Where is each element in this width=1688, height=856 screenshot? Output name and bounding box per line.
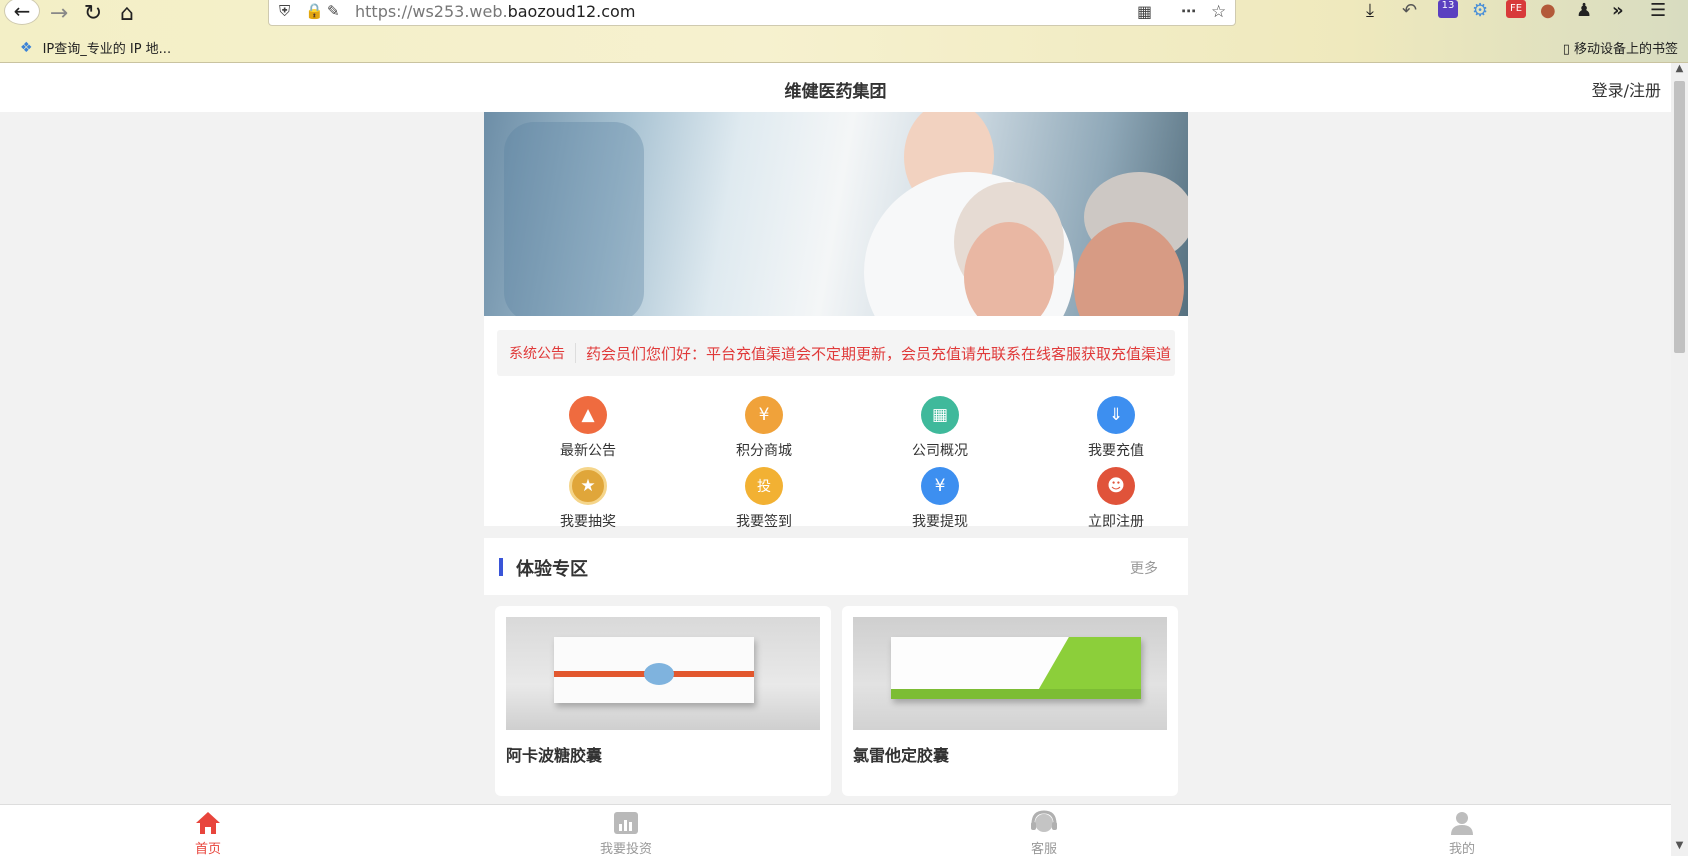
user-icon (1402, 809, 1522, 837)
mobile-bookmarks[interactable]: ▯ 移动设备上的书签 (1563, 38, 1678, 57)
extension-badge-icon[interactable]: 13 (1438, 0, 1458, 18)
hamburger-menu-icon[interactable]: ☰ (1650, 0, 1666, 21)
yen-ticket-icon: ¥ (745, 396, 783, 434)
menu-item-points-mall[interactable]: ¥ 积分商城 (704, 396, 824, 460)
section-accent-bar (499, 558, 503, 576)
section-title: 体验专区 (516, 559, 588, 580)
scroll-up-icon[interactable]: ▲ (1671, 63, 1688, 79)
medicine-box (554, 637, 754, 703)
building-icon: ▦ (921, 396, 959, 434)
lab-equipment (504, 122, 644, 316)
experience-section-header: 体验专区 更多 (484, 538, 1188, 595)
hero-banner[interactable] (484, 112, 1188, 316)
mobile-device-icon: ▯ (1562, 42, 1570, 57)
checkin-icon: 投 (745, 467, 783, 505)
cookie-extension-icon[interactable]: ● (1540, 0, 1556, 21)
notice-marquee[interactable]: 系统公告 药会员们您们好：平台充值渠道会不定期更新，会员充值请先联系在线客服获取… (497, 330, 1175, 376)
quick-menu: ▲ 最新公告 ¥ 积分商城 ▦ 公司概况 ⇓ 我要充值 ★ 我要抽奖 投 我要签… (484, 384, 1188, 530)
scroll-down-icon[interactable]: ▼ (1671, 840, 1688, 856)
lock-icon[interactable]: 🔒 (305, 2, 324, 20)
main-content: 系统公告 药会员们您们好：平台充值渠道会不定期更新，会员充值请先联系在线客服获取… (484, 112, 1188, 796)
permissions-icon[interactable]: ✎ (327, 2, 340, 20)
headset-icon (984, 809, 1104, 837)
withdraw-icon: ¥ (921, 467, 959, 505)
overflow-chevrons-icon[interactable]: » (1612, 0, 1624, 21)
more-actions-icon[interactable]: ⋯ (1181, 2, 1196, 20)
chart-icon (566, 809, 686, 837)
tab-invest[interactable]: 我要投资 (566, 809, 686, 856)
menu-item-check-in[interactable]: 投 我要签到 (704, 467, 824, 531)
deposit-icon: ⇓ (1097, 396, 1135, 434)
fe-extension-icon[interactable]: FE (1506, 0, 1526, 18)
menu-item-deposit[interactable]: ⇓ 我要充值 (1056, 396, 1176, 460)
menu-item-withdraw[interactable]: ¥ 我要提现 (880, 467, 1000, 531)
register-icon: ☻ (1097, 467, 1135, 505)
notice-tag: 系统公告 (509, 343, 576, 363)
menu-item-register[interactable]: ☻ 立即注册 (1056, 467, 1176, 531)
product-name: 氯雷他定胶囊 (853, 746, 950, 765)
tab-home[interactable]: 首页 (148, 809, 268, 856)
product-name: 阿卡波糖胶囊 (506, 746, 603, 765)
menu-item-company-overview[interactable]: ▦ 公司概况 (880, 396, 1000, 460)
undo-icon[interactable]: ↶ (1402, 0, 1417, 21)
login-register-link[interactable]: 登录/注册 (1592, 77, 1661, 101)
page-header: 维健医药集团 登录/注册 (0, 63, 1671, 112)
forward-arrow-icon[interactable]: → (44, 0, 74, 26)
product-grid: 阿卡波糖胶囊 氯雷他定胶囊 (484, 595, 1188, 796)
product-card[interactable]: 阿卡波糖胶囊 (495, 606, 831, 796)
box-green-base (891, 689, 1141, 699)
medal-icon: ★ (569, 467, 607, 505)
url-text[interactable]: https://ws253.web.baozoud12.com (355, 2, 635, 21)
bookmark-item[interactable]: ❖ IP查询_专业的 IP 地... (20, 38, 172, 58)
ip-site-icon: ❖ (20, 39, 33, 56)
product-image (853, 617, 1167, 730)
scrollbar-thumb[interactable] (1674, 81, 1685, 353)
tab-profile[interactable]: 我的 (1402, 809, 1522, 856)
download-icon[interactable]: ⤓ (1366, 0, 1374, 21)
page-scrollbar[interactable]: ▲ ▼ (1671, 63, 1688, 856)
product-image (506, 617, 820, 730)
bottom-tab-bar: 首页 我要投资 客服 我的 (0, 804, 1671, 856)
home-icon[interactable]: ⌂ (112, 0, 142, 26)
back-arrow-icon[interactable]: ← (4, 0, 40, 25)
page-title: 维健医药集团 (784, 82, 887, 102)
tab-customer-service[interactable]: 客服 (984, 809, 1104, 856)
address-bar[interactable]: ⛨ 🔒 ✎ https://ws253.web.baozoud12.com ▦ … (268, 0, 1236, 26)
qr-code-icon[interactable]: ▦ (1137, 2, 1152, 21)
notice-section: 系统公告 药会员们您们好：平台充值渠道会不定期更新，会员充值请先联系在线客服获取… (484, 316, 1188, 384)
product-card[interactable]: 氯雷他定胶囊 (842, 606, 1178, 796)
notice-text: 药会员们您们好：平台充值渠道会不定期更新，会员充值请先联系在线客服获取充值渠道 (586, 344, 1172, 363)
extension-gear-icon[interactable]: ⚙ (1472, 0, 1488, 21)
menu-item-lottery[interactable]: ★ 我要抽奖 (528, 467, 648, 531)
medicine-box (891, 637, 1141, 699)
profile-extension-icon[interactable]: ♟ (1576, 0, 1592, 21)
reload-icon[interactable]: ↻ (78, 0, 108, 26)
megaphone-icon: ▲ (569, 396, 607, 434)
box-emblem (644, 663, 674, 685)
menu-item-latest-notice[interactable]: ▲ 最新公告 (528, 396, 648, 460)
browser-toolbar: ← → ↻ ⌂ ⛨ 🔒 ✎ https://ws253.web.baozoud1… (0, 0, 1688, 63)
more-link[interactable]: 更多 (1130, 558, 1158, 578)
bookmark-label: IP查询_专业的 IP 地... (42, 42, 172, 57)
star-bookmark-icon[interactable]: ☆ (1211, 2, 1226, 22)
home-icon (148, 809, 268, 837)
shield-icon[interactable]: ⛨ (279, 2, 290, 20)
